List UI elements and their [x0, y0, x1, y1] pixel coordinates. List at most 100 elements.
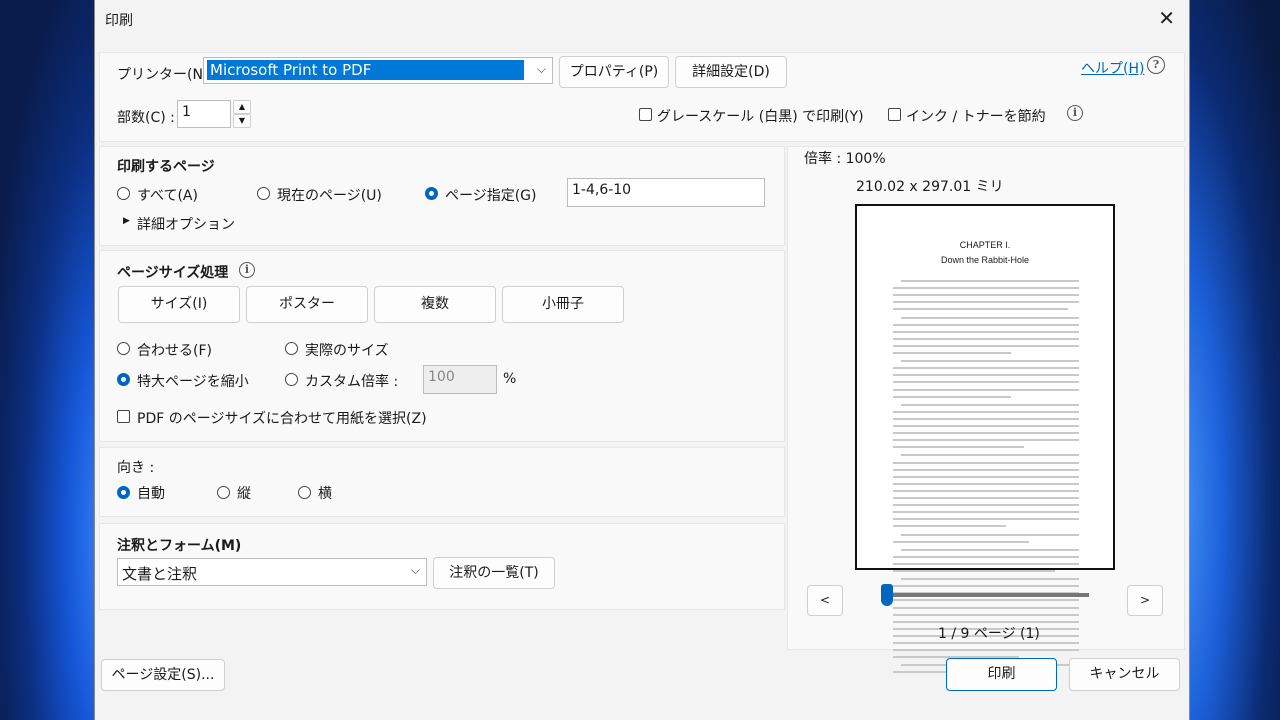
preview-text-line	[893, 649, 1079, 652]
print-button[interactable]: 印刷	[946, 658, 1057, 691]
pdf-paper-checkbox[interactable]	[117, 410, 130, 423]
advanced-button[interactable]: 詳細設定(D)	[675, 56, 787, 88]
sizing-info-icon[interactable]: i	[239, 262, 255, 278]
preview-text-line	[893, 468, 1079, 471]
save-ink-label: インク / トナーを節約	[906, 109, 1046, 125]
orientation-heading: 向き :	[117, 460, 155, 476]
preview-text-line	[893, 323, 1079, 326]
preview-text-line	[893, 410, 1079, 413]
desktop-wallpaper-left	[0, 0, 96, 720]
preview-text-line	[901, 403, 1079, 406]
shrink-label: 特大ページを縮小	[137, 374, 249, 390]
copies-down-button[interactable]: ▼	[233, 114, 251, 128]
shrink-radio[interactable]	[117, 373, 130, 386]
window-title: 印刷	[105, 13, 133, 29]
more-options-toggle[interactable]: 詳細オプション	[137, 214, 235, 234]
preview-text-line	[893, 599, 1079, 602]
prev-page-button[interactable]: <	[807, 585, 843, 616]
preview-text-line	[893, 308, 1068, 311]
preview-text-line	[893, 585, 1079, 588]
orientation-portrait-radio[interactable]	[217, 486, 230, 499]
preview-text-line	[901, 548, 1079, 551]
grayscale-checkbox[interactable]	[639, 108, 652, 121]
print-dialog: 印刷 ✕ プリンター(N) : Microsoft Print to PDF ⌵…	[94, 0, 1190, 720]
size-button[interactable]: サイズ(I)	[118, 286, 240, 323]
preview-text-line	[901, 360, 1079, 363]
preview-text-line	[893, 482, 1079, 485]
save-ink-checkbox[interactable]	[888, 108, 901, 121]
poster-button[interactable]: ポスター	[246, 286, 368, 323]
page-setup-button[interactable]: ページ設定(S)...	[101, 659, 225, 691]
copies-label: 部数(C) :	[117, 110, 175, 126]
preview-text-line	[901, 316, 1079, 319]
properties-button[interactable]: プロパティ(P)	[559, 56, 669, 88]
preview-text-line	[893, 301, 1079, 304]
preview-text-line	[893, 374, 1079, 377]
page-slider-thumb[interactable]	[881, 584, 893, 606]
preview-dimensions: 210.02 x 297.01 ミリ	[856, 179, 1004, 195]
orientation-landscape-radio[interactable]	[298, 486, 311, 499]
copies-up-button[interactable]: ▲	[233, 100, 251, 114]
help-link[interactable]: ヘルプ(H)	[1081, 58, 1144, 78]
custom-scale-label: カスタム倍率 :	[305, 374, 399, 390]
preview-text-line	[893, 337, 1079, 340]
preview-text-line	[893, 425, 1079, 427]
percent-label: %	[503, 371, 517, 387]
orientation-auto-radio[interactable]	[117, 486, 130, 499]
preview-text-line	[893, 446, 1024, 449]
custom-scale-input[interactable]: 100	[423, 365, 497, 394]
printer-select-value: Microsoft Print to PDF	[207, 60, 524, 80]
annotation-summary-button[interactable]: 注釈の一覧(T)	[433, 557, 555, 589]
preview-text-line	[893, 395, 1011, 398]
orientation-auto-label: 自動	[137, 486, 165, 502]
page-slider-track[interactable]	[881, 593, 1089, 597]
preview-text-line	[893, 504, 1079, 507]
next-page-button[interactable]: >	[1127, 585, 1163, 616]
preview-page: CHAPTER I. Down the Rabbit-Hole	[855, 204, 1115, 674]
orientation-portrait-label: 縦	[237, 486, 251, 502]
preview-text-line	[893, 489, 1079, 492]
preview-text-line	[893, 555, 1079, 558]
preview-chapter-title: Down the Rabbit-Hole	[940, 255, 1030, 265]
pages-current-label: 現在のページ(U)	[277, 188, 382, 204]
preview-text-line	[893, 381, 1079, 384]
pages-current-radio[interactable]	[257, 187, 270, 200]
title-bar: 印刷 ✕	[95, 0, 1189, 38]
preview-text-line	[901, 454, 1079, 457]
preview-text-line	[893, 540, 1029, 543]
pages-range-label: ページ指定(G)	[445, 188, 537, 204]
printer-select[interactable]: Microsoft Print to PDF ⌵	[203, 57, 553, 84]
preview-text-line	[893, 287, 1079, 290]
info-icon[interactable]: i	[1067, 105, 1083, 121]
preview-text-line	[893, 344, 1079, 347]
multiple-button[interactable]: 複数	[374, 286, 496, 323]
preview-text-line	[893, 511, 1079, 514]
preview-text-line	[893, 417, 1079, 420]
preview-chapter: CHAPTER I.	[959, 240, 1011, 250]
preview-text-line	[893, 613, 1079, 616]
copies-input[interactable]: 1	[177, 100, 231, 128]
actual-size-radio[interactable]	[285, 342, 298, 355]
expand-triangle-icon[interactable]: ▶	[123, 216, 130, 226]
actual-size-label: 実際のサイズ	[305, 343, 389, 359]
preview-text-line	[893, 367, 1079, 370]
pages-range-input[interactable]: 1-4,6-10	[567, 178, 765, 207]
preview-text-line	[893, 294, 1079, 297]
fit-radio[interactable]	[117, 342, 130, 355]
cancel-button[interactable]: キャンセル	[1069, 658, 1180, 691]
close-icon[interactable]: ✕	[1158, 6, 1175, 30]
annotations-select[interactable]: 文書と注釈 ⌵	[117, 558, 427, 586]
pages-all-label: すべて(A)	[137, 188, 198, 204]
help-question-icon[interactable]: ?	[1147, 56, 1165, 74]
desktop-wallpaper-right	[1188, 0, 1280, 720]
preview-text-line	[893, 330, 1079, 333]
booklet-button[interactable]: 小冊子	[502, 286, 624, 323]
preview-text-line	[893, 570, 1055, 572]
pages-range-radio[interactable]	[425, 187, 438, 200]
pages-all-radio[interactable]	[117, 187, 130, 200]
preview-text-line	[893, 352, 1011, 354]
pdf-paper-label: PDF のページサイズに合わせて用紙を選択(Z)	[137, 411, 427, 427]
annotations-select-value: 文書と注釈	[122, 565, 198, 583]
custom-scale-radio[interactable]	[285, 373, 298, 386]
preview-scale: 倍率 : 100%	[804, 151, 886, 167]
